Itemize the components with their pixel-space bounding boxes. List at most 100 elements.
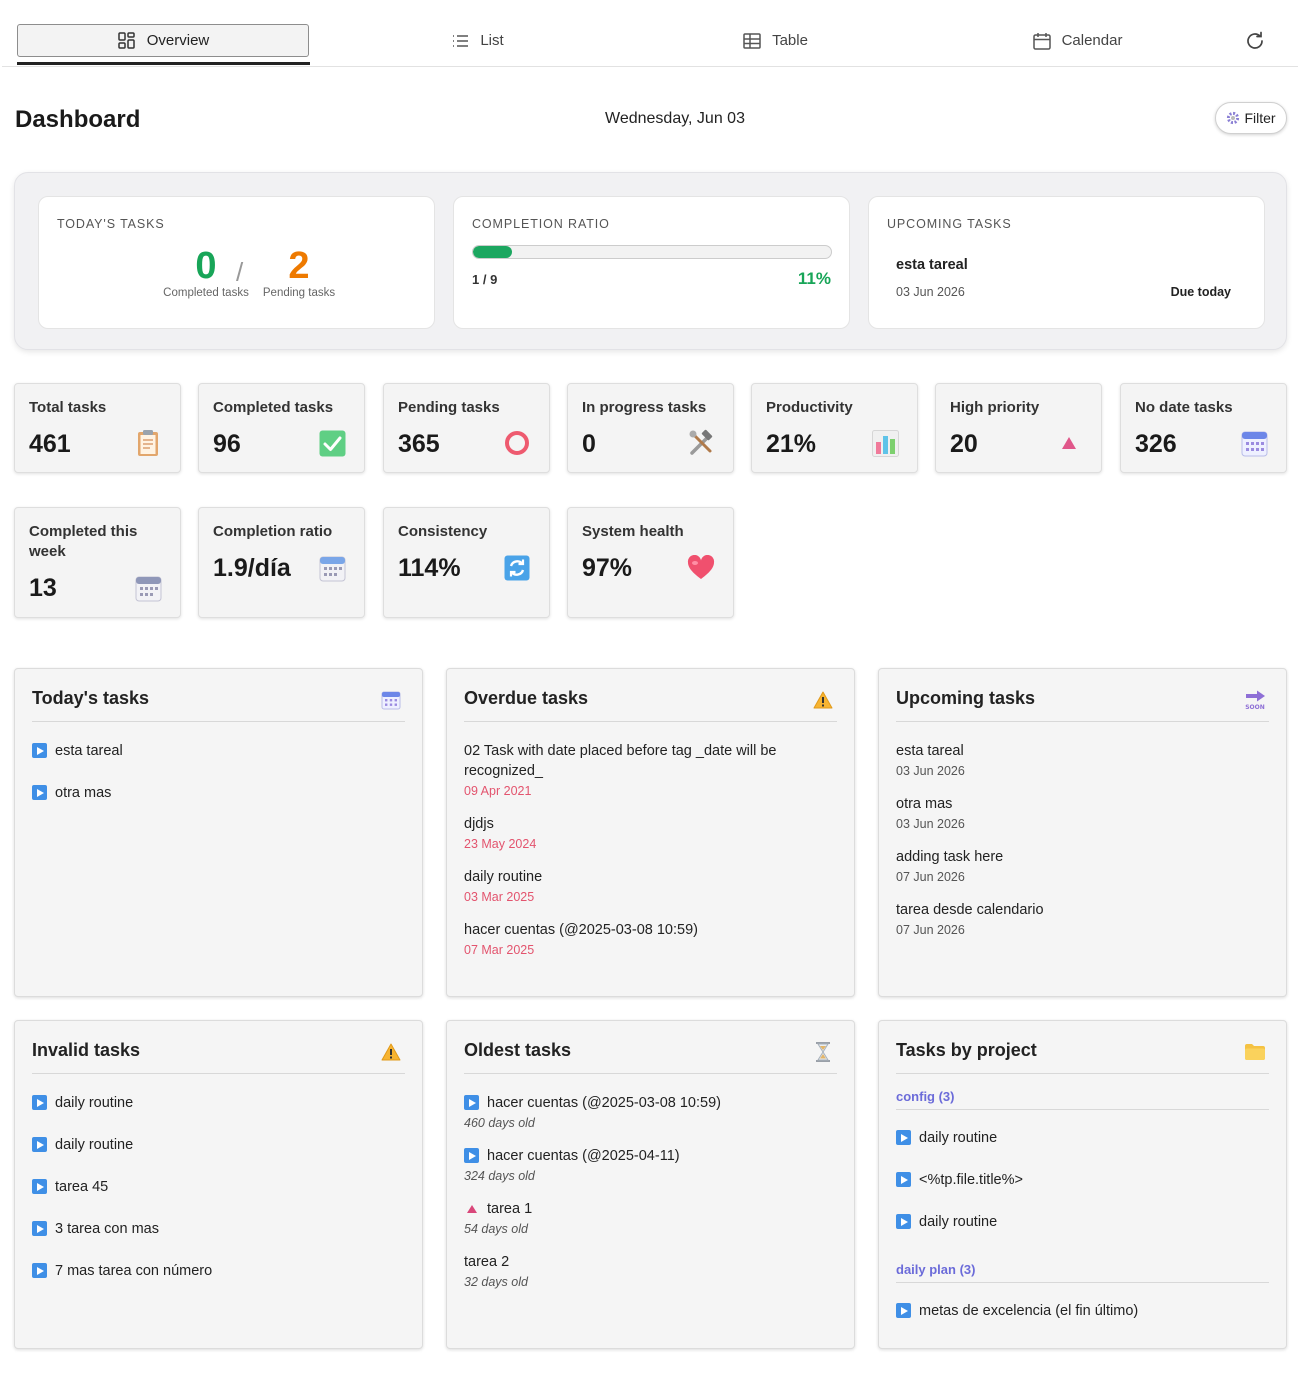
play-icon — [32, 1221, 47, 1236]
tab-list[interactable]: List — [427, 24, 527, 57]
priority-triangle-icon — [464, 1201, 479, 1216]
divider — [896, 721, 1269, 722]
stat-value: 97% — [582, 554, 633, 582]
task-date: 03 Jun 2026 — [896, 764, 965, 778]
list-item[interactable]: tarea 45 — [32, 1177, 405, 1197]
stat-label: Completed this week — [29, 523, 138, 560]
list-item[interactable]: tarea 1 54 days old — [464, 1199, 837, 1236]
task-title: esta tareal — [55, 743, 123, 759]
list-item[interactable]: otra mas 03 Jun 2026 — [896, 794, 1269, 831]
ratio-count: 1 / 9 — [472, 272, 498, 287]
task-date: 03 Mar 2025 — [464, 890, 535, 904]
stat-label: Completion ratio — [213, 523, 333, 540]
list-item[interactable]: daily routine — [32, 1093, 405, 1113]
stat-value: 21% — [766, 430, 817, 458]
list-item[interactable]: adding task here 07 Jun 2026 — [896, 847, 1269, 884]
stat-completed-this-week: Completed this week 13 — [14, 507, 181, 618]
filter-button[interactable]: Filter — [1215, 102, 1287, 134]
page-title: Dashboard — [15, 106, 141, 133]
task-title: metas de excelencia (el fin último) — [919, 1303, 1139, 1319]
tab-list-label: List — [480, 32, 504, 49]
tab-table[interactable]: Table — [720, 24, 830, 57]
stat-value: 461 — [29, 430, 71, 458]
calendar-icon — [1240, 429, 1268, 457]
list-item[interactable]: metas de excelencia (el fin último) — [896, 1301, 1269, 1321]
task-title: daily routine — [55, 1095, 134, 1111]
stat-value: 0 — [582, 430, 596, 458]
stat-completed-tasks: Completed tasks 96 — [198, 383, 365, 473]
stat-value: 1.9/día — [213, 554, 291, 582]
active-tab-indicator — [17, 62, 310, 65]
list-item[interactable]: 7 mas tarea con número — [32, 1261, 405, 1281]
task-title: tarea 2 — [464, 1254, 510, 1270]
divider — [896, 1073, 1269, 1074]
stat-consistency: Consistency 114% — [383, 507, 550, 618]
view-tabbar: Overview List Table Calendar — [2, 0, 1298, 67]
list-item[interactable]: tarea desde calendario 07 Jun 2026 — [896, 900, 1269, 937]
task-title: <%tp.file.title%> — [919, 1172, 1023, 1188]
list-item[interactable]: daily routine — [896, 1212, 1269, 1232]
list-item[interactable]: hacer cuentas (@2025-03-08 10:59) 07 Mar … — [464, 920, 837, 957]
task-title: hacer cuentas (@2025-04-11) — [487, 1148, 680, 1164]
tab-calendar[interactable]: Calendar — [1012, 24, 1142, 57]
stat-label: Consistency — [398, 523, 488, 540]
tab-overview-label: Overview — [146, 32, 210, 49]
task-title: adding task here — [896, 849, 1004, 865]
task-title: daily routine — [919, 1214, 998, 1230]
list-item[interactable]: tarea 2 32 days old — [464, 1252, 837, 1289]
panel-oldest-tasks: Oldest tasks hacer cuentas (@2025-03-08 … — [446, 1020, 855, 1349]
pending-count: 2 — [288, 245, 310, 287]
list-item[interactable]: esta tareal 03 Jun 2026 — [896, 741, 1269, 778]
pending-label: Pending tasks — [262, 287, 336, 299]
task-age: 54 days old — [464, 1222, 528, 1236]
task-title: djdjs — [464, 816, 494, 832]
list-item[interactable]: djdjs 23 May 2024 — [464, 814, 837, 851]
task-age: 324 days old — [464, 1169, 535, 1183]
play-icon — [896, 1172, 911, 1187]
panel-title: Oldest tasks — [464, 1040, 572, 1060]
task-list: esta tareal otra mas — [32, 741, 405, 825]
list-item[interactable]: hacer cuentas (@2025-04-11) 324 days old — [464, 1146, 837, 1183]
task-date: 23 May 2024 — [464, 837, 537, 851]
stat-productivity: Productivity 21% — [751, 383, 918, 473]
task-title: daily routine — [464, 869, 543, 885]
task-date: 03 Jun 2026 — [896, 817, 965, 831]
list-item[interactable]: 3 tarea con mas — [32, 1219, 405, 1239]
summary-caption: COMPLETION RATIO — [472, 217, 610, 231]
task-title: esta tareal — [896, 743, 964, 759]
panel-tasks-by-project: Tasks by project config (3) daily routin… — [878, 1020, 1287, 1349]
list-item[interactable]: daily routine — [32, 1135, 405, 1155]
project-heading[interactable]: config (3) — [896, 1089, 1269, 1110]
stat-no-date-tasks: No date tasks 326 — [1120, 383, 1287, 473]
project-heading[interactable]: daily plan (3) — [896, 1262, 1269, 1283]
task-list: daily routine daily routine tarea 45 3 t… — [32, 1093, 405, 1303]
tools-icon — [687, 429, 715, 457]
list-item[interactable]: <%tp.file.title%> — [896, 1170, 1269, 1190]
list-item[interactable]: 02 Task with date placed before tag _dat… — [464, 741, 837, 798]
refresh-button[interactable] — [1242, 28, 1268, 54]
task-list: esta tareal 03 Jun 2026 otra mas 03 Jun 20… — [896, 741, 1269, 953]
stat-label: No date tasks — [1135, 399, 1233, 416]
folder-icon — [1244, 1041, 1266, 1063]
separator: / — [236, 257, 244, 287]
list-item[interactable]: otra mas — [32, 783, 405, 803]
summary-caption: TODAY'S TASKS — [57, 217, 165, 231]
panel-upcoming-tasks: Upcoming tasks SOON esta tareal 03 Jun 20… — [878, 668, 1287, 997]
divider — [32, 1073, 405, 1074]
tab-overview[interactable]: Overview — [17, 24, 309, 57]
list-item[interactable]: daily routine — [896, 1128, 1269, 1148]
divider — [464, 721, 837, 722]
list-item[interactable]: hacer cuentas (@2025-03-08 10:59) 460 day… — [464, 1093, 837, 1130]
stat-value: 20 — [950, 430, 978, 458]
divider — [32, 721, 405, 722]
panel-overdue-tasks: Overdue tasks 02 Task with date placed b… — [446, 668, 855, 997]
calendar-icon — [318, 554, 346, 582]
task-title: daily routine — [919, 1130, 998, 1146]
list-item[interactable]: esta tareal — [32, 741, 405, 761]
panel-title: Today's tasks — [32, 688, 149, 708]
list-item[interactable]: daily routine 03 Mar 2025 — [464, 867, 837, 904]
stat-value: 13 — [29, 574, 57, 602]
play-icon — [32, 1137, 47, 1152]
due-status: Due today — [1170, 285, 1231, 299]
upcoming-task-name[interactable]: esta tareal — [896, 257, 968, 273]
